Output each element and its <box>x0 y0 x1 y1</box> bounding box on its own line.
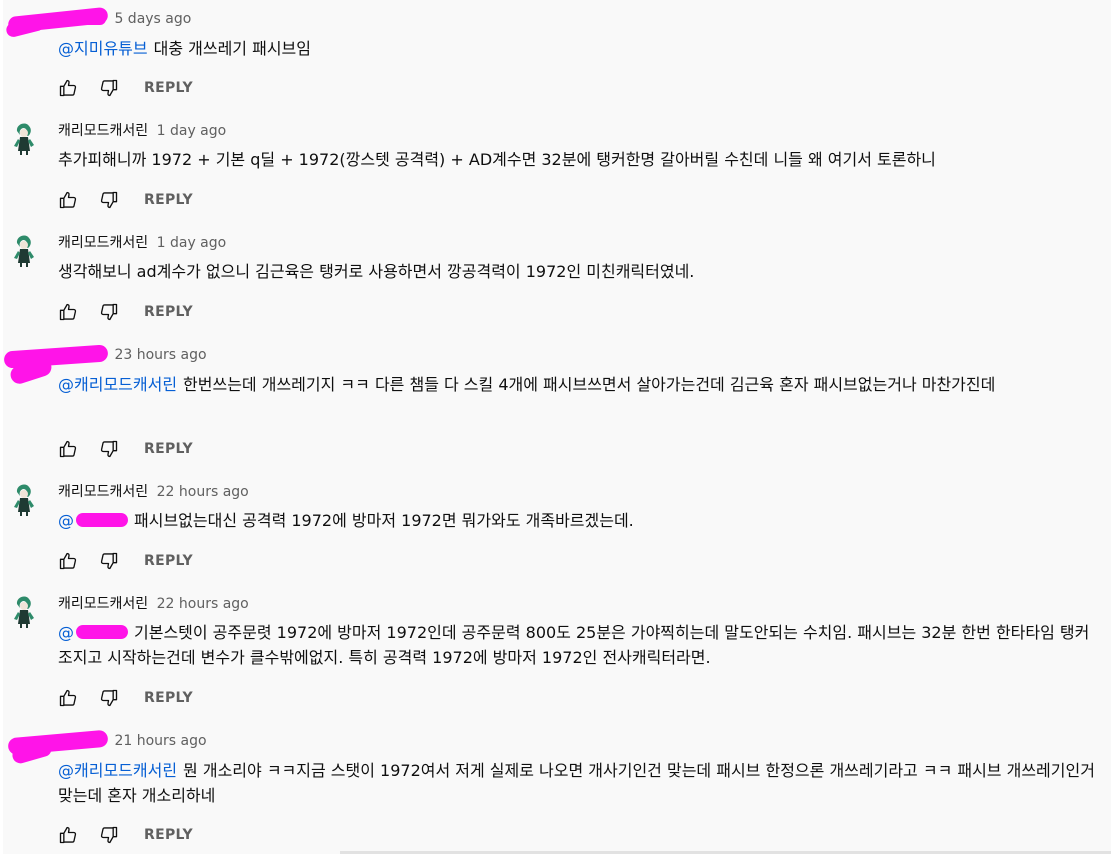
comment-actions: REPLY <box>56 437 193 461</box>
reply-button[interactable]: REPLY <box>144 80 193 96</box>
avatar[interactable] <box>11 121 37 155</box>
dislike-icon[interactable] <box>97 686 121 710</box>
comment-header: 캐리모드캐서린 1 day ago <box>58 121 226 141</box>
comment-header: 캐리모드캐서린 22 hours ago <box>58 482 249 502</box>
avatar[interactable] <box>11 594 37 628</box>
reply-button[interactable]: REPLY <box>144 441 193 457</box>
comment-text-block: @ 기본스텟이 공주문렷 1972에 방마저 1972인데 공주문력 800도 2… <box>58 620 1098 670</box>
comment-text: 한번쓰는데 개쓰레기지 ㅋㅋ 다른 챔들 다 스킬 4개에 패시브쓰면서 살아가… <box>183 375 996 394</box>
dislike-icon[interactable] <box>97 188 121 212</box>
comment-text-block: 생각해보니 ad계수가 없으니 김근육은 탱커로 사용하면서 깡공격력이 197… <box>58 259 1098 284</box>
comment-text: 생각해보니 ad계수가 없으니 김근육은 탱커로 사용하면서 깡공격력이 197… <box>58 262 695 281</box>
comment-actions: REPLY <box>56 686 193 710</box>
avatar[interactable] <box>11 233 37 267</box>
mention-link[interactable]: @ <box>58 511 74 530</box>
comment-text-block: 추가피해니까 1972 + 기본 q딜 + 1972(깡스텟 공격력) + AD… <box>58 147 1098 172</box>
comment-text: 기본스텟이 공주문렷 1972에 방마저 1972인데 공주문력 800도 25… <box>58 623 1090 667</box>
like-icon[interactable] <box>56 76 80 100</box>
comment-time[interactable]: 23 hours ago <box>114 347 206 363</box>
comment-header: 캐리모드캐서린 1 day ago <box>58 233 226 253</box>
left-edge <box>0 0 3 854</box>
like-icon[interactable] <box>56 686 80 710</box>
mention-link[interactable]: @ <box>58 623 74 642</box>
author-name[interactable]: 캐리모드캐서린 <box>58 596 148 612</box>
like-icon[interactable] <box>56 300 80 324</box>
like-icon[interactable] <box>56 823 80 847</box>
redacted-mention <box>76 625 128 639</box>
reply-button[interactable]: REPLY <box>144 827 193 843</box>
dislike-icon[interactable] <box>97 437 121 461</box>
comment-text-block: @캐리모드캐서린 뭔 개소리야 ㅋㅋ지금 스탯이 1972여서 저게 실제로 나오… <box>58 758 1098 808</box>
redacted-mention <box>76 513 128 527</box>
comment-actions: REPLY <box>56 823 193 847</box>
reply-button[interactable]: REPLY <box>144 192 193 208</box>
like-icon[interactable] <box>56 188 80 212</box>
dislike-icon[interactable] <box>97 823 121 847</box>
author-name[interactable]: 캐리모드캐서린 <box>58 484 148 500</box>
comment-actions: REPLY <box>56 76 193 100</box>
comment-time[interactable]: 5 days ago <box>114 11 191 27</box>
comment-time[interactable]: 22 hours ago <box>157 484 249 500</box>
comment-text-block: @지미유튜브 대충 개쓰레기 패시브임 <box>58 36 1098 61</box>
comment-time[interactable]: 21 hours ago <box>114 733 206 749</box>
reply-button[interactable]: REPLY <box>144 304 193 320</box>
mention-link[interactable]: @캐리모드캐서린 <box>58 761 177 780</box>
dislike-icon[interactable] <box>97 76 121 100</box>
comment-actions: REPLY <box>56 549 193 573</box>
dislike-icon[interactable] <box>97 549 121 573</box>
reply-button[interactable]: REPLY <box>144 553 193 569</box>
comment-text: 패시브없는대신 공격력 1972에 방마저 1972면 뭐가와도 개족바르겠는데… <box>134 511 634 530</box>
reply-button[interactable]: REPLY <box>144 690 193 706</box>
author-name[interactable]: 캐리모드캐서린 <box>58 235 148 251</box>
like-icon[interactable] <box>56 549 80 573</box>
comment-text-block: @캐리모드캐서린 한번쓰는데 개쓰레기지 ㅋㅋ 다른 챔들 다 스킬 4개에 패시… <box>58 372 1098 397</box>
mention-link[interactable]: @지미유튜브 <box>58 39 148 58</box>
comment-text-block: @ 패시브없는대신 공격력 1972에 방마저 1972면 뭐가와도 개족바르겠는… <box>58 508 1098 533</box>
comment-actions: REPLY <box>56 300 193 324</box>
author-name[interactable]: 캐리모드캐서린 <box>58 123 148 139</box>
mention-link[interactable]: @캐리모드캐서린 <box>58 375 177 394</box>
dislike-icon[interactable] <box>97 300 121 324</box>
comment-header: 캐리모드캐서린 22 hours ago <box>58 594 249 614</box>
comment-text: 대충 개쓰레기 패시브임 <box>153 39 311 58</box>
like-icon[interactable] <box>56 437 80 461</box>
comment-time[interactable]: 1 day ago <box>157 235 227 251</box>
avatar[interactable] <box>11 482 37 516</box>
comment-text: 뭔 개소리야 ㅋㅋ지금 스탯이 1972여서 저게 실제로 나오면 개사기인건 … <box>58 761 1095 805</box>
comment-time[interactable]: 22 hours ago <box>157 596 249 612</box>
comment-time[interactable]: 1 day ago <box>157 123 227 139</box>
comment-actions: REPLY <box>56 188 193 212</box>
comment-text: 추가피해니까 1972 + 기본 q딜 + 1972(깡스텟 공격력) + AD… <box>58 150 936 169</box>
